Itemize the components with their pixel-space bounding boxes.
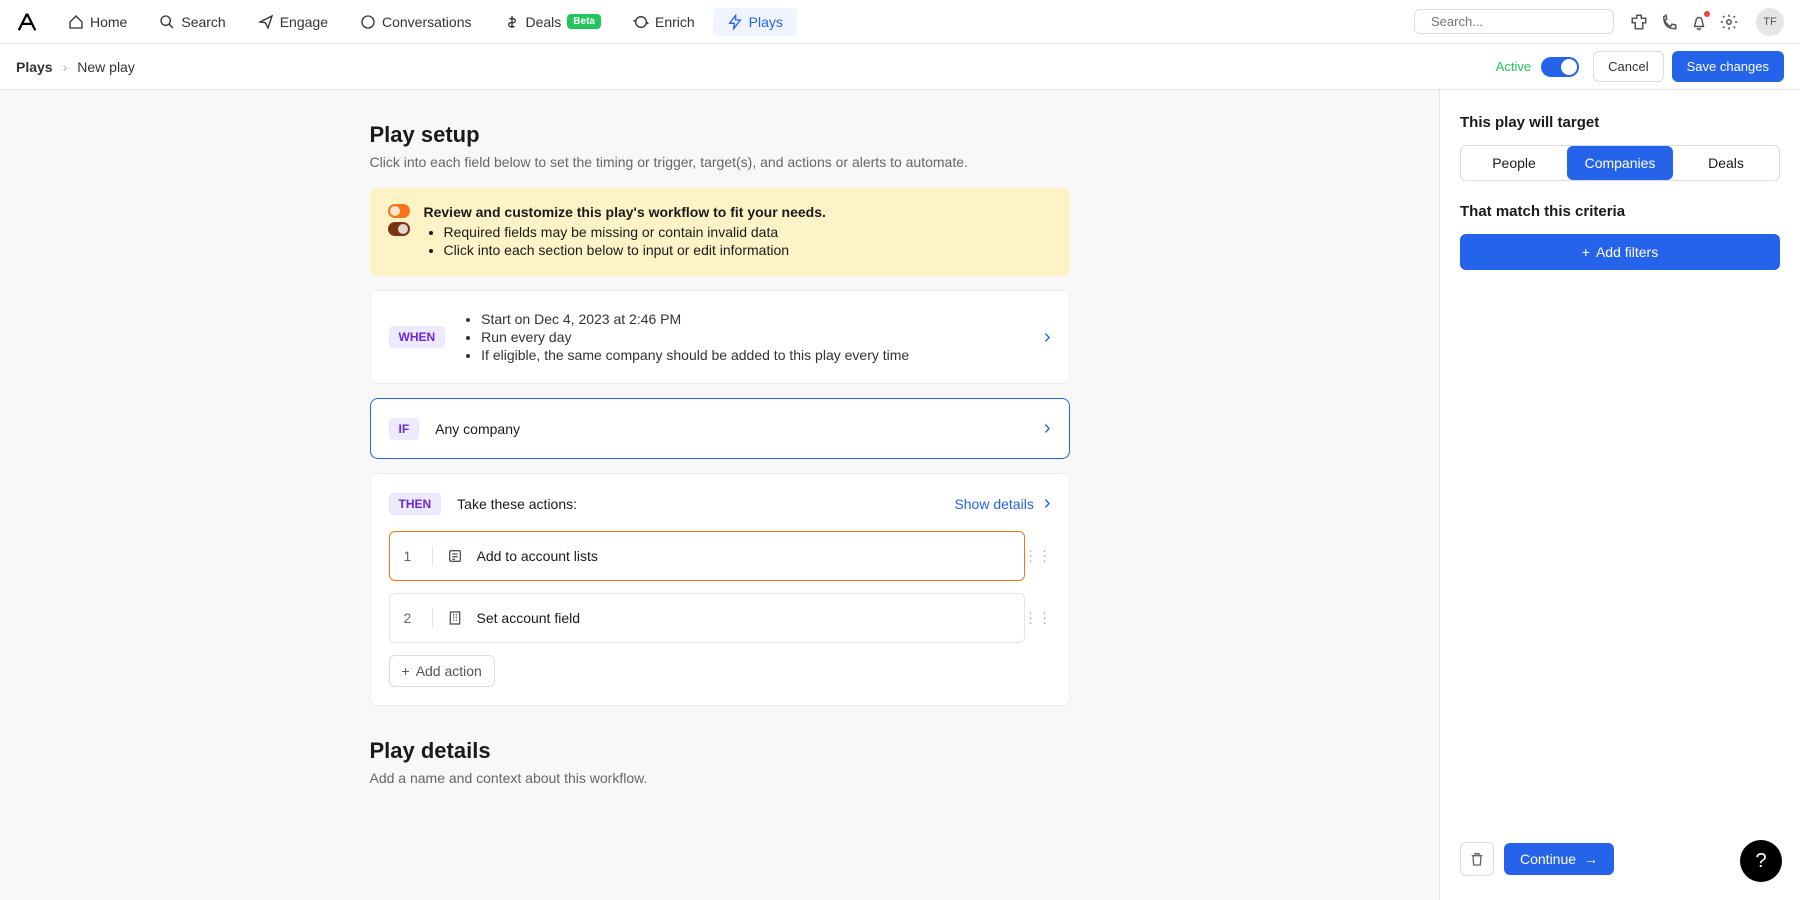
nav-label: Home <box>90 14 127 30</box>
home-icon <box>68 14 84 30</box>
delete-button[interactable] <box>1460 842 1494 876</box>
send-icon <box>258 14 274 30</box>
segment-people[interactable]: People <box>1461 146 1567 180</box>
play-details-subtitle: Add a name and context about this workfl… <box>370 770 1070 786</box>
add-action-button[interactable]: + Add action <box>389 655 495 687</box>
save-button[interactable]: Save changes <box>1672 51 1784 82</box>
nav-enrich[interactable]: Enrich <box>619 8 709 36</box>
action-label: Add to account lists <box>477 548 598 564</box>
nav-conversations[interactable]: Conversations <box>346 8 486 36</box>
building-icon <box>447 610 463 626</box>
phone-icon[interactable] <box>1660 13 1678 31</box>
plus-icon: + <box>402 663 410 679</box>
active-status-label: Active <box>1496 59 1531 74</box>
when-line: Run every day <box>481 329 1028 345</box>
nav-label: Conversations <box>382 14 472 30</box>
right-sidebar: This play will target People Companies D… <box>1440 90 1800 900</box>
warning-bullet: Click into each section below to input o… <box>444 242 826 258</box>
action-number: 2 <box>404 610 418 626</box>
warning-banner: Review and customize this play's workflo… <box>370 188 1070 276</box>
if-pill: IF <box>389 418 420 440</box>
user-avatar[interactable]: TF <box>1756 8 1784 36</box>
action-row[interactable]: 2 Set account field ⋮⋮ <box>389 593 1025 643</box>
gear-icon[interactable] <box>1720 13 1738 31</box>
arrow-right-icon: → <box>1584 851 1598 867</box>
breadcrumb-root[interactable]: Plays <box>16 59 53 75</box>
chevron-right-icon: › <box>1044 417 1051 440</box>
chevron-right-icon: › <box>63 59 68 75</box>
action-row[interactable]: 1 Add to account lists ⋮⋮ <box>389 531 1025 581</box>
global-search[interactable] <box>1414 9 1614 34</box>
then-card: THEN Take these actions: Show details › … <box>370 473 1070 706</box>
top-nav: Home Search Engage Conversations Deals B… <box>0 0 1800 44</box>
search-input[interactable] <box>1431 14 1607 29</box>
show-details-link[interactable]: Show details › <box>954 492 1050 515</box>
drag-handle-icon[interactable]: ⋮⋮ <box>1024 548 1052 565</box>
refresh-icon <box>633 14 649 30</box>
nav-label: Search <box>181 14 225 30</box>
nav-search[interactable]: Search <box>145 8 239 36</box>
if-card[interactable]: IF Any company › <box>370 398 1070 459</box>
target-segments: People Companies Deals <box>1460 145 1780 181</box>
active-toggle[interactable] <box>1541 57 1579 77</box>
notification-dot <box>1704 11 1710 17</box>
breadcrumb-current: New play <box>77 59 135 75</box>
nav-label: Engage <box>280 14 328 30</box>
drag-handle-icon[interactable]: ⋮⋮ <box>1024 610 1052 627</box>
then-text: Take these actions: <box>457 496 577 512</box>
search-icon <box>159 14 175 30</box>
list-icon <box>447 548 463 564</box>
nav-engage[interactable]: Engage <box>244 8 342 36</box>
segment-deals[interactable]: Deals <box>1673 146 1779 180</box>
app-logo[interactable] <box>16 11 38 33</box>
bolt-icon <box>727 14 743 30</box>
segment-companies[interactable]: Companies <box>1567 146 1673 180</box>
play-details-title: Play details <box>370 738 1070 764</box>
cancel-button[interactable]: Cancel <box>1593 51 1663 82</box>
beta-badge: Beta <box>567 14 601 29</box>
chevron-right-icon: › <box>1044 326 1051 349</box>
if-text: Any company <box>435 421 1028 437</box>
trash-icon <box>1469 851 1485 867</box>
nav-label: Plays <box>749 14 783 30</box>
when-line: If eligible, the same company should be … <box>481 347 1028 363</box>
warning-icon <box>388 204 410 260</box>
main-content: Play setup Click into each field below t… <box>0 90 1440 900</box>
nav-deals[interactable]: Deals Beta <box>490 8 615 36</box>
play-setup-subtitle: Click into each field below to set the t… <box>370 154 1070 170</box>
bell-icon[interactable] <box>1690 13 1708 31</box>
when-line: Start on Dec 4, 2023 at 2:46 PM <box>481 311 1028 327</box>
chat-icon <box>360 14 376 30</box>
warning-bullet: Required fields may be missing or contai… <box>444 224 826 240</box>
help-fab[interactable]: ? <box>1740 840 1782 882</box>
action-label: Set account field <box>477 610 581 626</box>
sub-header: Plays › New play Active Cancel Save chan… <box>0 44 1800 90</box>
target-title: This play will target <box>1460 114 1780 131</box>
when-pill: WHEN <box>389 326 446 348</box>
warning-title: Review and customize this play's workflo… <box>424 204 826 220</box>
breadcrumb: Plays › New play <box>16 59 135 75</box>
play-setup-title: Play setup <box>370 122 1070 148</box>
nav-label: Enrich <box>655 14 695 30</box>
nav-home[interactable]: Home <box>54 8 141 36</box>
chevron-right-icon: › <box>1044 492 1051 515</box>
plus-icon: + <box>1582 244 1590 260</box>
continue-button[interactable]: Continue → <box>1504 843 1614 875</box>
then-pill: THEN <box>389 493 442 515</box>
dollar-icon <box>504 14 520 30</box>
nav-label: Deals <box>526 14 562 30</box>
add-filters-button[interactable]: + Add filters <box>1460 234 1780 270</box>
criteria-title: That match this criteria <box>1460 203 1780 220</box>
nav-plays[interactable]: Plays <box>713 8 797 36</box>
extension-icon[interactable] <box>1630 13 1648 31</box>
action-number: 1 <box>404 548 418 564</box>
when-card[interactable]: WHEN Start on Dec 4, 2023 at 2:46 PM Run… <box>370 290 1070 384</box>
